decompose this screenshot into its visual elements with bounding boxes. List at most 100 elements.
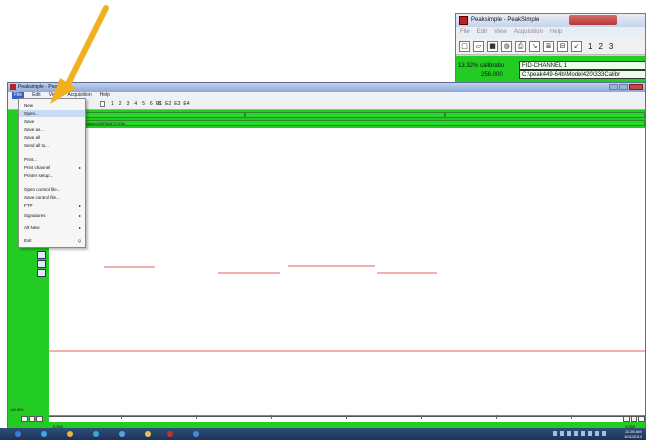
volume-icon[interactable] [595, 431, 599, 436]
explorer-icon[interactable] [63, 429, 77, 439]
zoom-fit-icon[interactable] [37, 269, 46, 277]
browser-icon[interactable] [37, 429, 51, 439]
menu-item-label: Save control file... [24, 195, 60, 200]
scroll-left-icon[interactable] [21, 416, 28, 422]
zoom-out-icon[interactable] [37, 260, 46, 268]
open-folder-icon[interactable]: ▱ [473, 40, 484, 52]
event-buttons: E1 E2 E3 E4 [156, 99, 190, 110]
menu-item-save-control-file[interactable]: Save control file... [19, 194, 85, 201]
channel-6-button[interactable]: 6 [150, 99, 153, 110]
menu-item-printer-setup[interactable]: Printer setup... [19, 172, 85, 179]
scroll-right-fast-icon[interactable] [630, 416, 638, 422]
x-tick [346, 415, 347, 419]
scroll-right-end-icon[interactable] [623, 416, 630, 422]
menu-item-print[interactable]: Print... [19, 156, 85, 163]
chart-icon[interactable] [100, 101, 105, 107]
start-orb-icon[interactable] [11, 429, 25, 439]
menu-item-send-all[interactable]: Send all to... [19, 142, 85, 149]
menu-item-save[interactable]: Save [19, 118, 85, 125]
submenu-arrow-icon: ▸ [78, 213, 81, 218]
menu-item-open-control-file[interactable]: Open control file... [19, 186, 85, 193]
menu-item-label: Signatures [24, 213, 46, 218]
channel-2-button[interactable]: 2 [119, 99, 122, 110]
tray-icon[interactable] [581, 431, 585, 436]
chart-icon[interactable]: ↙ [571, 40, 582, 52]
save-icon[interactable]: ■ [487, 40, 498, 52]
channel-name-field: FID-CHANNEL 1 [519, 61, 645, 70]
clock[interactable]: 11:26 AM 6/11/2014 [625, 429, 643, 439]
menu-item-ftp[interactable]: FTP ▸ [19, 202, 85, 209]
menu-item-exit[interactable]: Exit Q [19, 237, 85, 244]
tray-icon[interactable] [588, 431, 592, 436]
inset-menu-acquisition[interactable]: Acquisition [514, 27, 543, 38]
main-window: Peaksimple - Pea File Edit View Acquisit… [7, 82, 646, 429]
tray-icon[interactable] [553, 431, 557, 436]
menu-item-open[interactable]: Open... [19, 110, 85, 117]
window-title-bar: Peaksimple - Pea [8, 83, 645, 92]
left-scroll-controls[interactable] [21, 416, 44, 422]
event-1-button[interactable]: E1 [156, 99, 162, 110]
zoom-in-icon[interactable] [37, 251, 46, 259]
inset-menu-edit[interactable]: Edit [477, 27, 487, 38]
event-4-button[interactable]: E4 [183, 99, 189, 110]
menu-item-label: Print channel [24, 165, 51, 170]
draw-icon[interactable]: ↘ [529, 40, 540, 52]
channel-extra-field [445, 112, 645, 118]
channel-2-button[interactable]: 2 [598, 42, 602, 51]
menu-help[interactable]: Help [100, 92, 110, 99]
menu-item-save-as[interactable]: Save as... [19, 126, 85, 133]
new-file-icon[interactable]: □ [459, 40, 470, 52]
folder-icon[interactable] [141, 429, 155, 439]
x-tick [121, 415, 122, 419]
trace-layer [49, 265, 645, 352]
x-tick [196, 415, 197, 419]
channel-value: 256.000 [481, 72, 503, 78]
list-icon[interactable]: ≣ [543, 40, 554, 52]
channel-1-button[interactable]: 1 [111, 99, 114, 110]
close-icon[interactable] [629, 84, 643, 90]
scroll-right-icon[interactable] [638, 416, 645, 422]
print-icon[interactable]: ⎙ [515, 40, 526, 52]
menu-item-alt-new[interactable]: Alt New ▸ [19, 224, 85, 231]
scroll-left-fast-icon[interactable] [28, 416, 36, 422]
inset-toolbar: □ ▱ ■ ◍ ⎙ ↘ ≣ ⊟ ↙ 1 2 3 [456, 38, 645, 55]
app-icon [10, 84, 16, 90]
right-scroll-controls[interactable] [623, 416, 645, 422]
inset-menu-help[interactable]: Help [550, 27, 562, 38]
menu-item-new[interactable]: New [19, 102, 85, 109]
inset-menu-file[interactable]: File [460, 27, 470, 38]
x-tick [571, 415, 572, 419]
app-icon[interactable] [89, 429, 103, 439]
channel-3-button[interactable]: 3 [609, 42, 613, 51]
file-path-field: Model420\333Calibration\DEFAULT.CON [49, 120, 645, 126]
app-icon [459, 16, 468, 25]
menu-item-save-all[interactable]: Save all [19, 134, 85, 141]
scroll-left-end-icon[interactable] [36, 416, 44, 422]
menu-item-label: FTP [24, 203, 33, 208]
menu-item-signatures[interactable]: Signatures ▸ [19, 212, 85, 219]
menu-item-print-channel[interactable]: Print channel ▸ [19, 164, 85, 171]
maximize-icon[interactable] [619, 84, 628, 90]
channel-4-button[interactable]: 4 [134, 99, 137, 110]
photo-icon[interactable] [115, 429, 129, 439]
network-icon[interactable] [602, 431, 606, 436]
channel-5-button[interactable]: 5 [142, 99, 145, 110]
peaksimple-icon[interactable] [163, 429, 177, 439]
inset-menu-view[interactable]: View [494, 27, 507, 38]
minimize-icon[interactable] [609, 84, 618, 90]
chromatogram-plot[interactable] [49, 128, 645, 415]
align-icon[interactable]: ⊟ [557, 40, 568, 52]
tray-icon[interactable] [560, 431, 564, 436]
tray-icon[interactable] [567, 431, 571, 436]
side-toolbar [37, 251, 48, 278]
color-icon[interactable]: ◍ [501, 40, 512, 52]
event-2-button[interactable]: E2 [165, 99, 171, 110]
channel-3-button[interactable]: 3 [127, 99, 130, 110]
channel-1-button[interactable]: 1 [588, 42, 592, 51]
tray-icon[interactable] [574, 431, 578, 436]
submenu-arrow-icon: ▸ [78, 165, 81, 170]
chart-app-icon[interactable] [189, 429, 203, 439]
inset-title-bar: Peaksimple - PeakSimple [456, 14, 645, 27]
menu-item-label: Printer setup... [24, 173, 54, 178]
event-3-button[interactable]: E3 [174, 99, 180, 110]
